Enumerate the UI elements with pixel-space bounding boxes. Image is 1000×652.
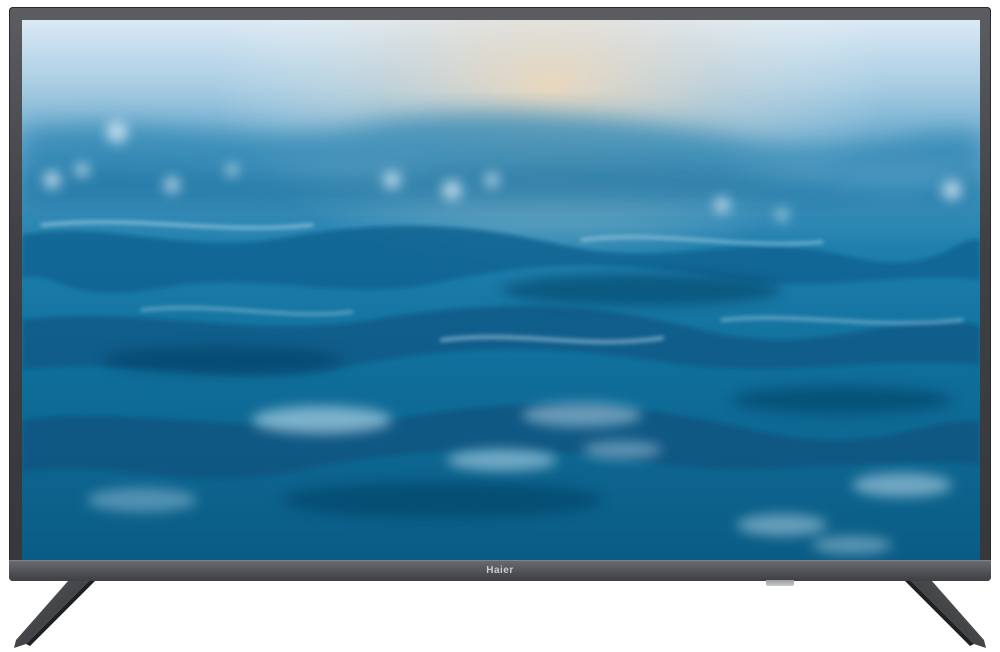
brand-logo: Haier <box>486 565 514 576</box>
tv-screen <box>22 20 980 560</box>
tv-foot-left <box>14 572 100 648</box>
ocean-waves-image <box>22 20 980 560</box>
ir-sensor <box>766 580 794 586</box>
tv-foot-right <box>900 572 986 648</box>
product-photo: Haier <box>0 0 1000 652</box>
